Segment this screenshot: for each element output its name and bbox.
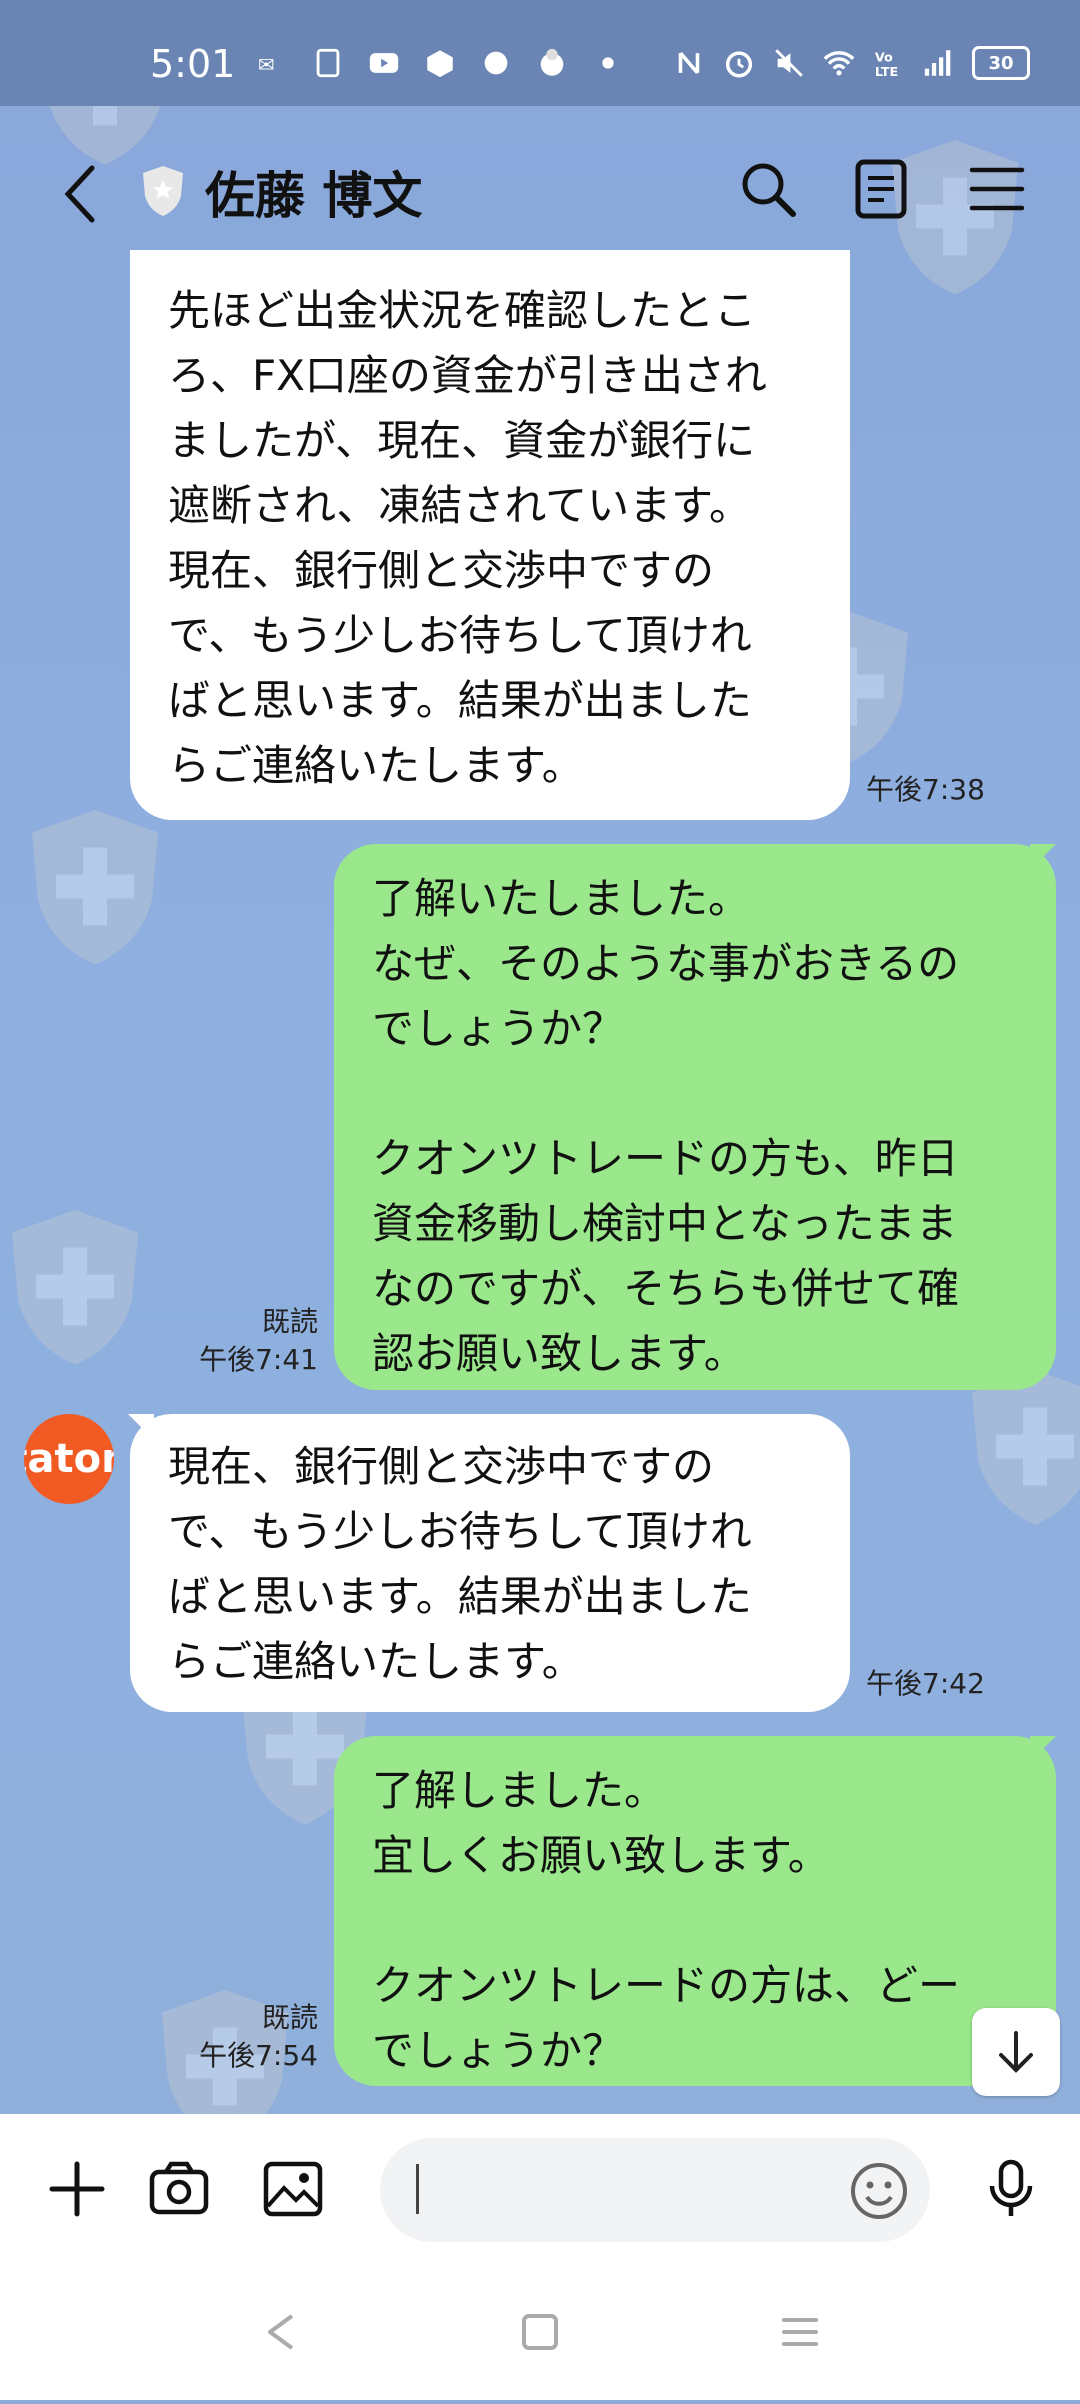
voice-button[interactable] bbox=[980, 2158, 1042, 2220]
back-button[interactable] bbox=[52, 154, 112, 234]
sim-icon bbox=[311, 46, 345, 80]
volte-icon: Vo LTE bbox=[872, 46, 906, 80]
arrow-down-icon bbox=[999, 2031, 1033, 2073]
signal-icon bbox=[922, 46, 956, 80]
text-cursor bbox=[416, 2164, 419, 2214]
contact-avatar[interactable]: taton bbox=[24, 1414, 114, 1504]
message-time: 午後7:41 bbox=[199, 1343, 318, 1376]
microphone-icon bbox=[989, 2159, 1033, 2216]
add-button[interactable] bbox=[46, 2158, 108, 2220]
camera-button[interactable] bbox=[148, 2158, 210, 2220]
emoji-button[interactable] bbox=[848, 2160, 910, 2222]
image-icon bbox=[263, 2161, 323, 2217]
chat-header: 佐藤 博文 bbox=[0, 106, 1080, 270]
message-time: 午後7:38 bbox=[866, 773, 985, 806]
search-button[interactable] bbox=[735, 156, 801, 222]
chevron-left-icon bbox=[64, 165, 95, 223]
wifi-icon bbox=[822, 46, 856, 80]
message-input-bar bbox=[0, 2114, 1080, 2264]
battery-indicator: 30 bbox=[972, 46, 1030, 80]
box-icon bbox=[423, 46, 457, 80]
cloud-icon bbox=[479, 46, 513, 80]
recents-icon bbox=[782, 2318, 818, 2346]
smiley-icon bbox=[851, 2163, 907, 2219]
plus-icon bbox=[49, 2161, 105, 2217]
message-bubble-outgoing[interactable]: 了解いたしました。 なぜ、そのような事がおきるの でしょうか？ クオンツトレード… bbox=[334, 844, 1056, 1390]
gallery-button[interactable] bbox=[262, 2158, 324, 2220]
notes-button[interactable] bbox=[848, 156, 914, 222]
status-time: 5:01 bbox=[150, 42, 236, 86]
svg-text:Vo: Vo bbox=[875, 51, 893, 66]
alarm-icon bbox=[722, 46, 756, 80]
shield-badge-icon bbox=[140, 164, 186, 218]
nav-recents-button[interactable] bbox=[776, 2308, 824, 2356]
nfc-icon bbox=[672, 46, 706, 80]
message-bubble-incoming[interactable]: 現在、銀行側と交渉中ですの で、もう少しお待ちして頂けれ ばと思います。結果が出… bbox=[130, 1414, 850, 1712]
status-bar: 5:01 ✉ Vo LTE 30 bbox=[0, 0, 1080, 106]
svg-text:✉: ✉ bbox=[258, 54, 275, 77]
message-time: 午後7:42 bbox=[866, 1667, 985, 1700]
message-time: 午後7:54 bbox=[199, 2039, 318, 2072]
email-icon: ✉ bbox=[255, 46, 289, 80]
sheep-icon bbox=[535, 46, 569, 80]
nav-back-button[interactable] bbox=[258, 2308, 306, 2356]
triangle-back-icon bbox=[268, 2314, 294, 2350]
battery-level: 30 bbox=[988, 52, 1014, 74]
dot-icon bbox=[591, 46, 625, 80]
menu-icon bbox=[969, 167, 1025, 211]
notes-icon bbox=[855, 159, 907, 219]
read-receipt: 既読 bbox=[261, 2001, 318, 2034]
scroll-to-bottom-button[interactable] bbox=[972, 2008, 1060, 2096]
system-icons: Vo LTE 30 bbox=[672, 46, 1030, 80]
square-home-icon bbox=[522, 2314, 558, 2350]
contact-name[interactable]: 佐藤 博文 bbox=[205, 156, 422, 228]
mute-icon bbox=[772, 46, 806, 80]
svg-text:LTE: LTE bbox=[875, 65, 898, 80]
notification-icons: ✉ bbox=[255, 46, 625, 80]
message-bubble-incoming[interactable]: 先ほど出金状況を確認したとこ ろ、FX口座の資金が引き出され ましたが、現在、資… bbox=[130, 250, 850, 820]
youtube-icon bbox=[367, 46, 401, 80]
camera-icon bbox=[149, 2161, 209, 2215]
system-navigation-bar bbox=[0, 2264, 1080, 2400]
read-receipt: 既読 bbox=[261, 1305, 318, 1338]
menu-button[interactable] bbox=[964, 156, 1030, 222]
nav-home-button[interactable] bbox=[516, 2308, 564, 2356]
search-icon bbox=[742, 163, 796, 217]
message-bubble-outgoing[interactable]: 了解しました。 宜しくお願い致します。 クオンツトレードの方は、どー でしょうか… bbox=[334, 1736, 1056, 2086]
